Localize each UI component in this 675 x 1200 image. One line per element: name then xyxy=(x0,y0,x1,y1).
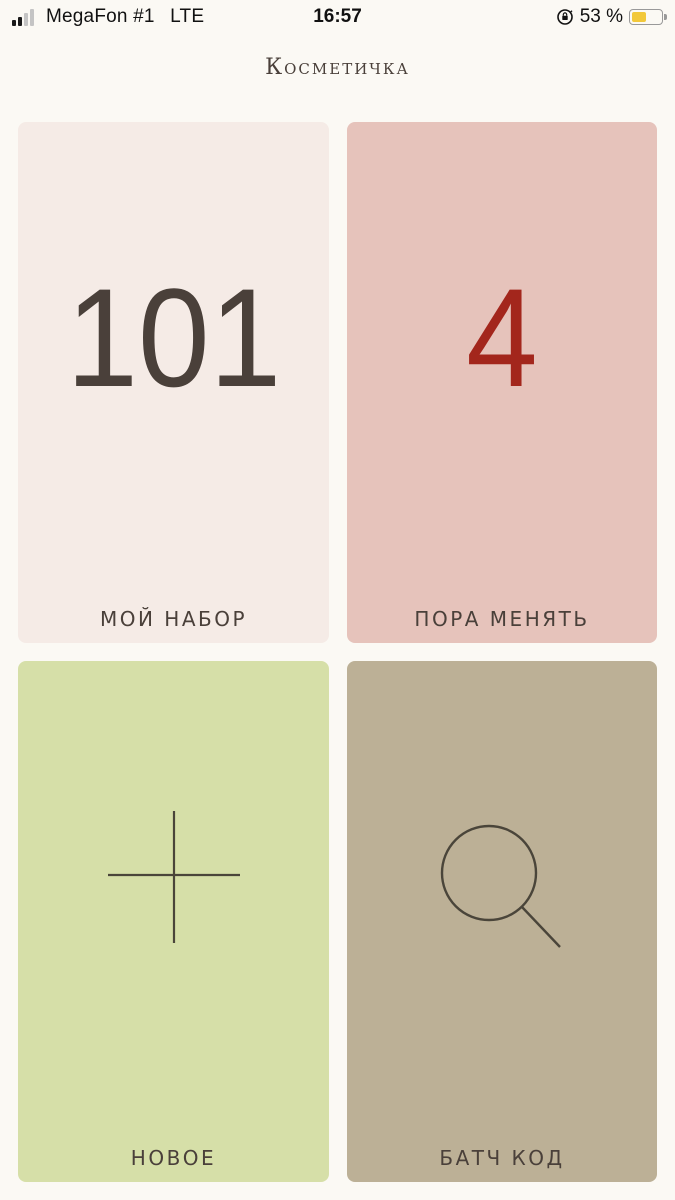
new-item-label: НОВОЕ xyxy=(130,1146,217,1170)
plus-icon xyxy=(107,810,240,943)
my-set-label: МОЙ НАБОР xyxy=(99,607,248,631)
my-set-tile[interactable]: 101 МОЙ НАБОР xyxy=(18,122,329,643)
new-item-tile[interactable]: НОВОЕ xyxy=(18,661,329,1182)
page-title: Косметичка xyxy=(265,55,410,80)
replace-label: ПОРА МЕНЯТЬ xyxy=(414,607,590,631)
battery-icon xyxy=(629,9,667,25)
new-icon-area xyxy=(18,661,329,1092)
batch-code-label: БАТЧ КОД xyxy=(439,1146,565,1170)
status-right-group: 53 % xyxy=(556,6,667,28)
my-set-count-area: 101 xyxy=(18,122,329,553)
batch-icon-area xyxy=(347,661,657,1092)
battery-level-fill xyxy=(632,12,646,22)
batch-code-tile[interactable]: БАТЧ КОД xyxy=(347,661,657,1182)
replace-tile[interactable]: 4 ПОРА МЕНЯТЬ xyxy=(347,122,657,643)
orientation-lock-icon xyxy=(556,9,573,25)
replace-count: 4 xyxy=(466,258,538,416)
my-set-count: 101 xyxy=(66,258,281,416)
search-icon xyxy=(440,824,561,948)
replace-count-area: 4 xyxy=(347,122,657,553)
battery-percent: 53 % xyxy=(579,6,623,27)
status-bar: MegaFon #1 LTE 16:57 53 % xyxy=(0,0,675,36)
